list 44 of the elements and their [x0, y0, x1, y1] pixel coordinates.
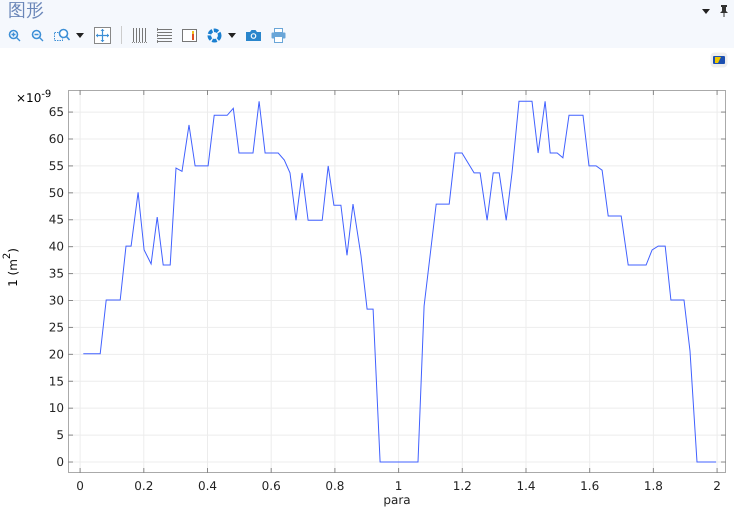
grid-icon[interactable] [157, 28, 172, 42]
pin-icon[interactable] [720, 5, 728, 17]
y-tick-label: 35 [48, 266, 64, 281]
color-wheel-icon[interactable] [207, 28, 222, 42]
dropdown-caret-icon[interactable] [76, 32, 84, 38]
y-tick-label: 50 [48, 186, 64, 200]
zoom-in-icon[interactable] [8, 28, 21, 42]
y-tick-label: 30 [48, 294, 64, 308]
x-tick-label: 0.8 [325, 479, 344, 493]
y-tick-label: 0 [56, 455, 64, 470]
x-tick-label: 1.2 [452, 479, 472, 493]
legend-icon[interactable] [182, 28, 197, 42]
x-tick-label: 1.8 [644, 479, 663, 493]
camera-icon[interactable] [246, 29, 261, 41]
dropdown-caret-icon[interactable] [702, 8, 710, 14]
grid-icon[interactable] [132, 28, 147, 42]
y-tick-label: 10 [48, 401, 64, 416]
y-tick-label: 5 [56, 428, 64, 442]
x-tick-label: 2 [713, 479, 721, 493]
x-tick-label: 0 [76, 479, 84, 493]
x-tick-label: 0.4 [198, 479, 218, 493]
y-tick-label: 15 [48, 374, 64, 388]
printer-icon[interactable] [271, 28, 286, 42]
zoom-box-icon[interactable] [54, 28, 70, 42]
y-tick-label: 20 [48, 347, 64, 362]
toolbar-separator [121, 26, 122, 44]
zoom-out-icon[interactable] [31, 28, 44, 42]
y-tick-label: 65 [48, 105, 64, 120]
x-tick-label: 1 [394, 479, 402, 493]
y-tick-label: 40 [48, 240, 64, 254]
y-tick-label: 45 [48, 212, 64, 227]
zoom-extents-icon[interactable] [94, 26, 111, 44]
x-tick-label: 0.2 [134, 479, 154, 493]
x-axis-label: para [383, 493, 411, 507]
y-tick-label: 55 [48, 158, 64, 173]
y-tick-label: 25 [48, 320, 64, 334]
x-tick-label: 0.6 [262, 479, 281, 493]
window-title: 图形 [8, 0, 45, 22]
dropdown-caret-icon[interactable] [228, 32, 236, 38]
x-tick-label: 1.4 [516, 479, 536, 493]
x-tick-label: 1.6 [580, 479, 600, 493]
plot-window-icon[interactable] [710, 52, 728, 68]
axis-multiplier: ×10$^{-9}$ [16, 89, 52, 105]
y-tick-label: 60 [48, 132, 64, 146]
